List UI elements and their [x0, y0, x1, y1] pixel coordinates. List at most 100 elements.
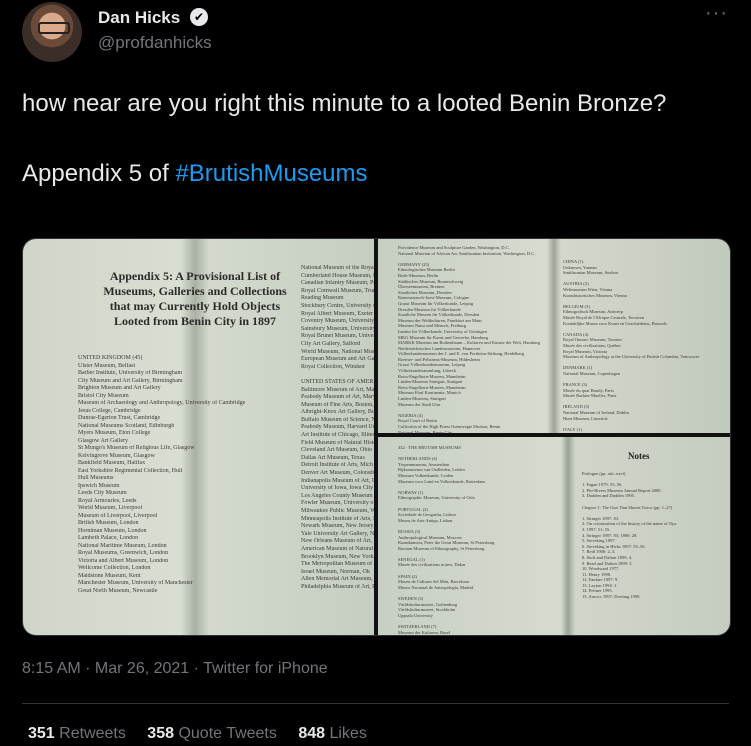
page-text-line: Royal Museums, Greenwich, London [78, 550, 169, 556]
page-text-line: Cumberland House Museum, Port [301, 272, 374, 279]
page-text-line: Royal Armouries, Leeds [78, 497, 137, 504]
page-text-line: National Museums Scotland, Edinburgh [78, 422, 175, 429]
page-text-line: Kelvingrove Museum, Glasgow [78, 452, 155, 459]
page-text-line: City Art Gallery, Salford [301, 340, 361, 347]
page-text-line: Royal Collection, Windsor [301, 363, 366, 370]
appendix-list: UNITED KINGDOM (45) Ulster Museum, Belfa… [78, 355, 308, 595]
page-text-line: American Museum of Natural [301, 545, 374, 552]
page-text-line: Albright-Knox Art Gallery, Buff [301, 409, 374, 416]
page-text-line: Museum of Anthropology at the University… [563, 354, 700, 360]
page-text-line: Bankfield Museum, Halifax [78, 460, 146, 466]
page-text-line: Yale University Art Gallery, Ne [301, 530, 374, 537]
page-text-line: Museum of Archaeology and Anthropology, … [78, 400, 246, 406]
page-text-line [301, 371, 374, 379]
tweet-meta: 8:15 AM · Mar 26, 2021 · Twitter for iPh… [22, 660, 328, 678]
page-text-line: Lambeth Palace, London [78, 535, 139, 541]
page-text-line: Stockbury Centre, University of E [301, 302, 374, 309]
quotes-label: Quote Tweets [174, 725, 277, 742]
page-text-line: Fowler Museum, University of [301, 500, 374, 507]
display-name[interactable]: Dan Hicks [98, 8, 180, 28]
page-text-line: European Museum and Art Gall [301, 356, 374, 363]
page-text-line: Newark Museum, New Jersey [301, 523, 374, 530]
page-text-line: Barber Institute, University of Birmingh… [78, 370, 183, 376]
page-text-line: Milwaukee Public Museum, Wi [301, 508, 374, 514]
verified-badge-icon: ✔ [190, 8, 208, 26]
page-text-line: Peabody Museum of Art, Mary [301, 394, 374, 401]
page-text-line: Glasgow Art Gallery [78, 437, 128, 444]
likes-count: 848 [298, 725, 326, 742]
page-text-line: Brighton Museum and Art Gallery [78, 385, 161, 391]
page-text-line: Museo Pigorini, Rome [563, 432, 713, 433]
page-text-line: British Museum, London [78, 520, 139, 526]
page-text-line: Sainsbury Museum, University o [301, 325, 374, 332]
tweet-line-1: how near are you right this minute to a … [22, 90, 667, 117]
photo-appendix-page[interactable]: Appendix 5: A Provisional List of Museum… [23, 239, 374, 635]
handle[interactable]: @profdanhicks [98, 33, 212, 53]
page-text-line: Museum of Liverpool, Liverpool [78, 512, 158, 519]
tweet-text: how near are you right this minute to a … [22, 86, 722, 191]
page-text-line: Buffalo Museum of Science, Ne [301, 416, 374, 423]
page-text-line: Royal Cornwall Museum, Truro [301, 287, 374, 294]
page-text-line: Detroit Institute of Arts, Mich [301, 462, 373, 469]
media-grid: Appendix 5: A Provisional List of Museum… [22, 238, 731, 636]
page-text-line: Maidstone Museum, Kent [78, 572, 141, 579]
page-text-line: Dunrae-Egerton Trust, Cambridge [78, 415, 161, 421]
china-column: CHINA (1) Unknown, Yunnan Smithsonian Muse… [563, 259, 713, 433]
tweet-line-2-prefix: Appendix 5 of [22, 160, 176, 187]
page-text-line: Art Institute of Chicago, Illino [301, 432, 374, 439]
avatar[interactable] [22, 2, 82, 62]
page-text-line: Canadian Infantry Museum, Po [301, 280, 374, 287]
page-text-line: Horniman Museum, London [78, 527, 147, 534]
page-text-line: National Museum of the Royal Na [301, 265, 374, 271]
netherlands-column: 332 · THE BRUTISH MUSEUMS NETHERLANDS (4… [398, 445, 568, 635]
page-text-line: World Museum, Liverpool [78, 505, 143, 511]
page-text-line: New Orleans Museum of Art, Lo [301, 538, 374, 545]
page-text-line: Israel Museum, Norman, Ok [301, 568, 370, 575]
retweets-count: 351 [28, 725, 55, 742]
page-text-line: Reading Museum [301, 295, 344, 302]
page-text-line: City Museum and Art Gallery, Birmingham [78, 377, 183, 384]
quote-tweets-stat[interactable]: 358 Quote Tweets [147, 725, 277, 742]
page-text-line: Indianapolis Museum of Art, In [301, 477, 374, 484]
tweet-source[interactable]: Twitter for iPhone [203, 660, 328, 677]
page-text-line: MARKK Museum am Rothenbaum – Kulturen un… [398, 340, 541, 346]
hashtag-link[interactable]: #BrutishMuseums [175, 160, 367, 187]
appendix-title: Appendix 5: A Provisional List of Museum… [103, 269, 287, 328]
appendix-right-column: National Museum of the Royal NaCumberlan… [301, 265, 374, 592]
page-text-line: Hull Museums [78, 475, 114, 481]
more-options-icon[interactable]: ··· [705, 2, 728, 25]
page-text-line: Royal Albert Museum, Exeter [301, 310, 373, 317]
page-text-line: East Yorkshire Regimental Collection, Hu… [78, 467, 183, 474]
page-text-line: Cleveland Art Museum, Ohio [301, 447, 372, 454]
photo-germany-page[interactable]: Providence Museum and Sculpture Garden, … [378, 239, 730, 433]
page-text-line: World Museum, National Museu [301, 348, 374, 355]
tweet-time[interactable]: 8:15 AM [22, 660, 81, 677]
page-text-line: Denver Art Museum, Colorado [301, 470, 374, 477]
page-text-line: University of Iowa, Iowa City [301, 485, 374, 492]
page-text-line: National Museum, Benin City [398, 429, 453, 433]
notes-column: Prologue (pp. xiii–xxvi) 1. Fagan 1979: … [582, 471, 722, 600]
likes-stat[interactable]: 848 Likes [298, 725, 367, 742]
page-text-line: Field Museum of Natural Histo [301, 439, 374, 446]
page-text-line: Peabody Museum, Harvard Uni [301, 424, 374, 431]
tweet-line-2: Appendix 5 of #BrutishMuseums [22, 156, 722, 191]
likes-label: Likes [325, 725, 367, 742]
photo-notes-page[interactable]: 332 · THE BRUTISH MUSEUMS NETHERLANDS (4… [378, 437, 730, 635]
page-text-line: St Mungo's Museum of Religious Life, Gla… [78, 445, 195, 451]
page-text-line: The Metropolitan Museum of [301, 561, 373, 568]
retweets-stat[interactable]: 351 Retweets [28, 725, 126, 742]
engagement-stats: 351 Retweets 358 Quote Tweets 848 Likes [28, 725, 384, 743]
page-text-line: Dallas Art Museum, Texas [301, 454, 365, 461]
page-text-line: Jesus College, Cambridge [78, 407, 141, 414]
page-text-line: Myers Museum, Eton College [78, 430, 151, 436]
page-text-line: UNITED STATES OF AMERIC [301, 378, 374, 385]
page-text-line: Manchester Museum, University of Manches… [78, 580, 193, 586]
page-text-line: Minneapolis Institute of Arts, M [301, 515, 374, 522]
page-text-line: Victoria and Albert Museum, London [78, 557, 169, 564]
germany-column: Providence Museum and Sculpture Garden, … [398, 245, 548, 433]
tweet-date[interactable]: Mar 26, 2021 [95, 660, 189, 677]
page-text-line: Ipswich Museum [78, 482, 120, 489]
notes-title: Notes [628, 451, 650, 461]
page-text-line: Coventry Museum, University o [301, 318, 374, 325]
page-text-line: Leeds City Museum [78, 490, 127, 496]
